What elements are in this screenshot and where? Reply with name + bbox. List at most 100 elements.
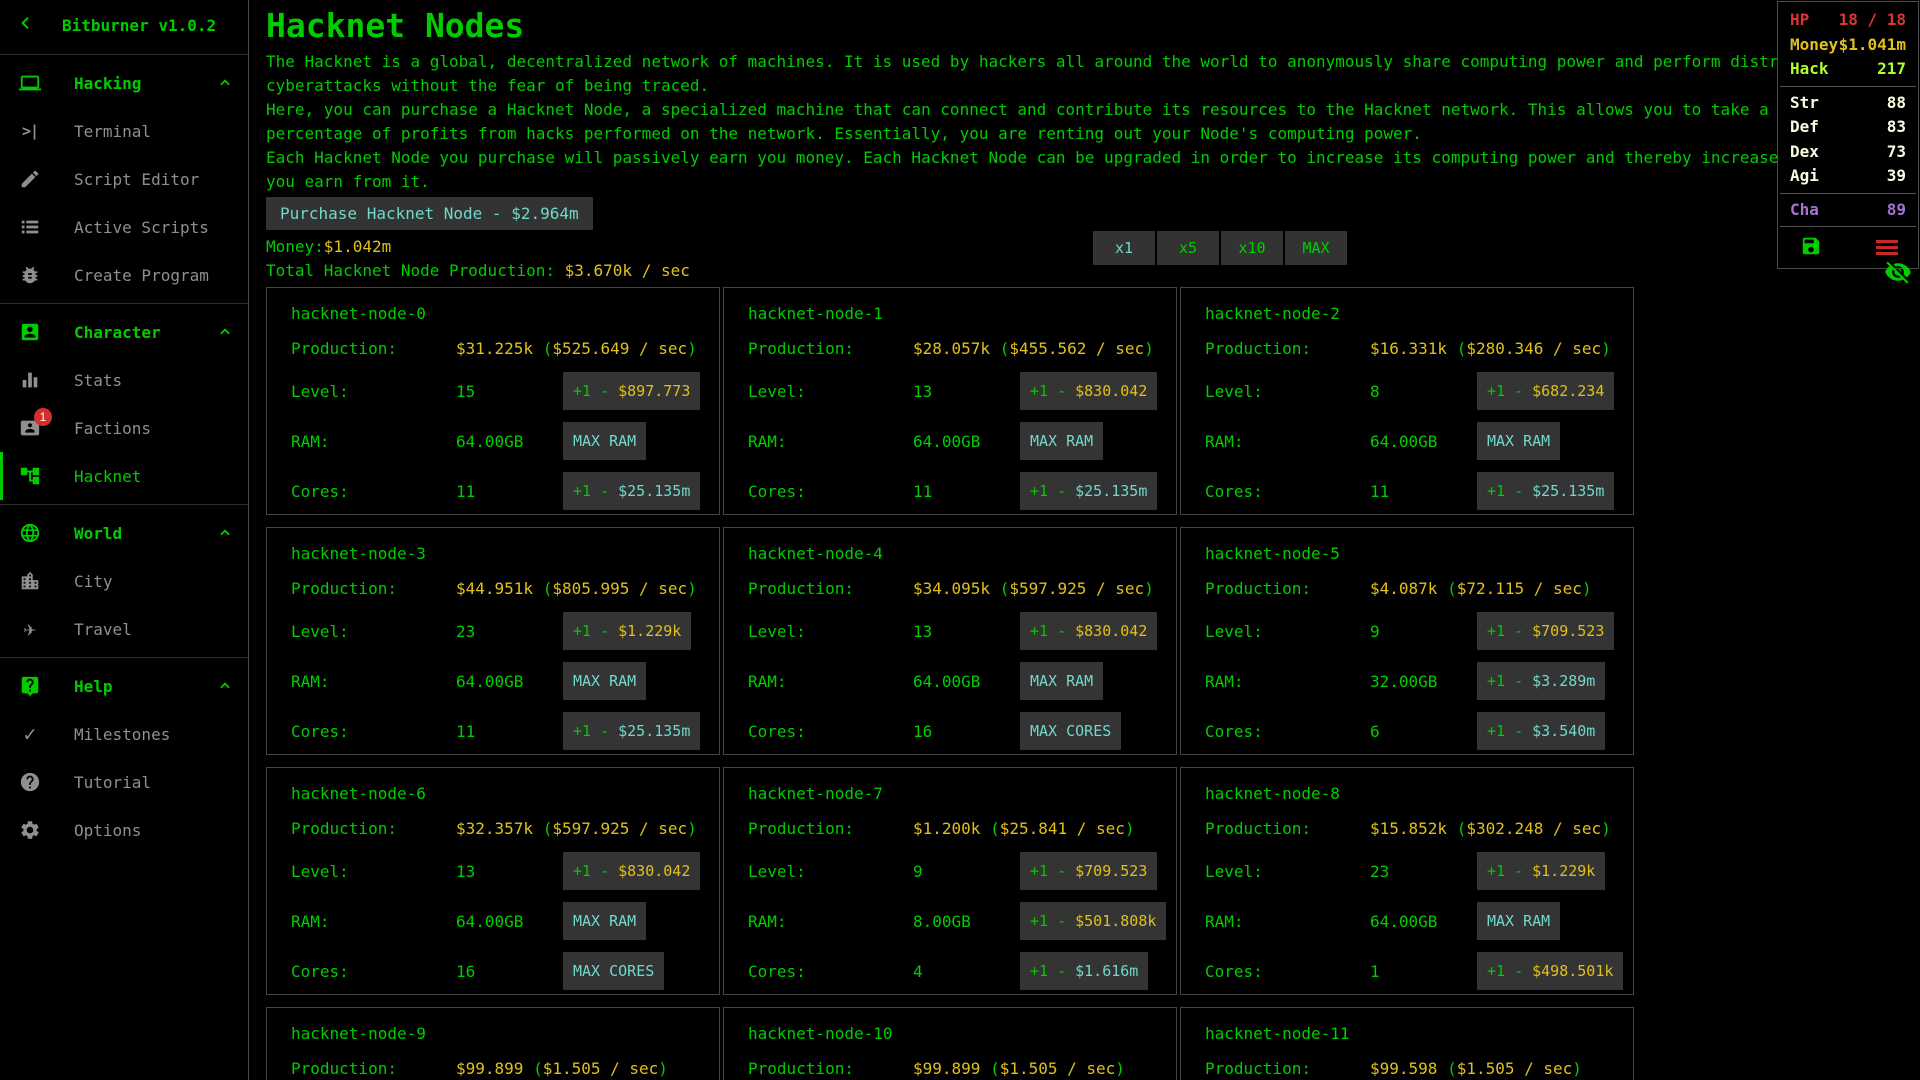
list-icon	[17, 214, 43, 240]
ram-value: 64.00GB	[913, 432, 1020, 451]
chevron-up-icon	[218, 679, 232, 693]
purchase-hacknet-node-button[interactable]: Purchase Hacknet Node - $2.964m	[266, 197, 593, 230]
max-cores-button[interactable]: MAX CORES	[563, 952, 664, 990]
multiplier-x1-button[interactable]: x1	[1093, 231, 1155, 265]
node-level-row: Level:15+1 -$897.773	[291, 372, 719, 410]
hacknet-page: Hacknet Nodes The Hacknet is a global, d…	[249, 0, 1920, 1080]
upgrade-ram-button[interactable]: +1 -$3.289m	[1477, 662, 1605, 700]
sidebar-item-stats[interactable]: Stats	[0, 356, 248, 404]
upgrade-level-button[interactable]: +1 -$830.042	[563, 852, 700, 890]
multiplier-x5-button[interactable]: x5	[1157, 231, 1219, 265]
divider	[1780, 193, 1916, 194]
upgrade-ram-button[interactable]: +1 -$501.808k	[1020, 902, 1166, 940]
upgrade-cores-button[interactable]: +1 -$25.135m	[1020, 472, 1157, 510]
production-value: $15.852k ($302.248 / sec)	[1370, 819, 1611, 838]
upgrade-level-button[interactable]: +1 -$709.523	[1477, 612, 1614, 650]
level-label: Level:	[291, 862, 456, 881]
production-label: Production:	[748, 819, 913, 838]
max-ram-button[interactable]: MAX RAM	[563, 422, 646, 460]
node-cores-row: Cores:11+1 -$25.135m	[1205, 472, 1633, 510]
ram-value: 32.00GB	[1370, 672, 1477, 691]
def-label: Def	[1790, 115, 1819, 140]
multiplier-x10-button[interactable]: x10	[1221, 231, 1283, 265]
production-label: Production:	[291, 819, 456, 838]
hacknet-node-card: hacknet-node-7Production:$1.200k ($25.84…	[723, 767, 1177, 995]
node-level-row: Level:9+1 -$709.523	[748, 852, 1176, 890]
sidebar-item-travel[interactable]: ✈ Travel	[0, 605, 248, 653]
node-name: hacknet-node-8	[1205, 782, 1633, 806]
ram-value: 8.00GB	[913, 912, 1020, 931]
sidebar-item-hacknet[interactable]: Hacknet	[0, 452, 248, 500]
upgrade-cores-button[interactable]: +1 -$3.540m	[1477, 712, 1605, 750]
production-value: $28.057k ($455.562 / sec)	[913, 339, 1154, 358]
node-production-row: Production:$32.357k ($597.925 / sec)	[291, 816, 719, 840]
upgrade-cores-button[interactable]: +1 -$25.135m	[1477, 472, 1614, 510]
upgrade-cores-button[interactable]: +1 -$1.616m	[1020, 952, 1148, 990]
sidebar-item-active-scripts[interactable]: Active Scripts	[0, 203, 248, 251]
money-value: $1.042m	[324, 237, 391, 256]
node-name: hacknet-node-10	[748, 1022, 1176, 1046]
sidebar-item-milestones[interactable]: ✓ Milestones	[0, 710, 248, 758]
sidebar-section-hacking[interactable]: Hacking	[0, 59, 248, 107]
overview-money-value: $1.041m	[1839, 33, 1906, 58]
max-cores-button[interactable]: MAX CORES	[1020, 712, 1121, 750]
sidebar-item-create-program[interactable]: Create Program	[0, 251, 248, 299]
node-production-row: Production:$16.331k ($280.346 / sec)	[1205, 336, 1633, 360]
upgrade-level-button[interactable]: +1 -$830.042	[1020, 612, 1157, 650]
cores-label: Cores:	[748, 962, 913, 981]
hide-overview-button[interactable]	[1884, 258, 1912, 289]
kill-scripts-button[interactable]	[1876, 240, 1898, 255]
node-cores-row: Cores:6+1 -$3.540m	[1205, 712, 1633, 750]
node-name: hacknet-node-4	[748, 542, 1176, 566]
upgrade-level-button[interactable]: +1 -$897.773	[563, 372, 700, 410]
cores-label: Cores:	[748, 482, 913, 501]
level-value: 8	[1370, 382, 1477, 401]
max-ram-button[interactable]: MAX RAM	[1477, 902, 1560, 940]
max-ram-button[interactable]: MAX RAM	[563, 662, 646, 700]
person-badge-icon	[17, 319, 43, 345]
node-level-row: Level:13+1 -$830.042	[291, 852, 719, 890]
upgrade-cores-button[interactable]: +1 -$25.135m	[563, 472, 700, 510]
node-production-row: Production:$4.087k ($72.115 / sec)	[1205, 576, 1633, 600]
upgrade-level-button[interactable]: +1 -$709.523	[1020, 852, 1157, 890]
city-icon	[17, 568, 43, 594]
ram-label: RAM:	[291, 672, 456, 691]
cores-value: 4	[913, 962, 1020, 981]
sidebar-section-character[interactable]: Character	[0, 308, 248, 356]
upgrade-cores-button[interactable]: +1 -$498.501k	[1477, 952, 1623, 990]
collapse-sidebar-button[interactable]	[18, 15, 34, 35]
description-line: percentage of profits from hacks perform…	[266, 122, 1920, 146]
max-ram-button[interactable]: MAX RAM	[563, 902, 646, 940]
divider	[0, 657, 248, 658]
node-cores-row: Cores:1+1 -$498.501k	[1205, 952, 1633, 990]
upgrade-level-button[interactable]: +1 -$1.229k	[1477, 852, 1605, 890]
sidebar-item-city[interactable]: City	[0, 557, 248, 605]
sidebar-item-factions[interactable]: 1 Factions	[0, 404, 248, 452]
bitburner-app: Bitburner v1.0.2 Hacking >| Terminal Scr…	[0, 0, 1920, 1080]
production-label: Production:	[291, 339, 456, 358]
level-label: Level:	[748, 382, 913, 401]
node-production-row: Production:$28.057k ($455.562 / sec)	[748, 336, 1176, 360]
cha-label: Cha	[1790, 198, 1819, 223]
sidebar-item-script-editor[interactable]: Script Editor	[0, 155, 248, 203]
upgrade-level-button[interactable]: +1 -$830.042	[1020, 372, 1157, 410]
level-label: Level:	[291, 622, 456, 641]
cores-value: 11	[456, 722, 563, 741]
max-ram-button[interactable]: MAX RAM	[1020, 662, 1103, 700]
sidebar-item-options[interactable]: Options	[0, 806, 248, 854]
sidebar-section-world[interactable]: World	[0, 509, 248, 557]
sidebar-item-terminal[interactable]: >| Terminal	[0, 107, 248, 155]
chevron-up-icon	[218, 325, 232, 339]
upgrade-cores-button[interactable]: +1 -$25.135m	[563, 712, 700, 750]
node-name: hacknet-node-6	[291, 782, 719, 806]
cores-value: 6	[1370, 722, 1477, 741]
max-ram-button[interactable]: MAX RAM	[1020, 422, 1103, 460]
save-game-button[interactable]	[1800, 235, 1822, 260]
sidebar-item-tutorial[interactable]: Tutorial	[0, 758, 248, 806]
ram-label: RAM:	[748, 432, 913, 451]
sidebar-section-help[interactable]: Help	[0, 662, 248, 710]
upgrade-level-button[interactable]: +1 -$682.234	[1477, 372, 1614, 410]
max-ram-button[interactable]: MAX RAM	[1477, 422, 1560, 460]
upgrade-level-button[interactable]: +1 -$1.229k	[563, 612, 691, 650]
multiplier-max-button[interactable]: MAX	[1285, 231, 1347, 265]
